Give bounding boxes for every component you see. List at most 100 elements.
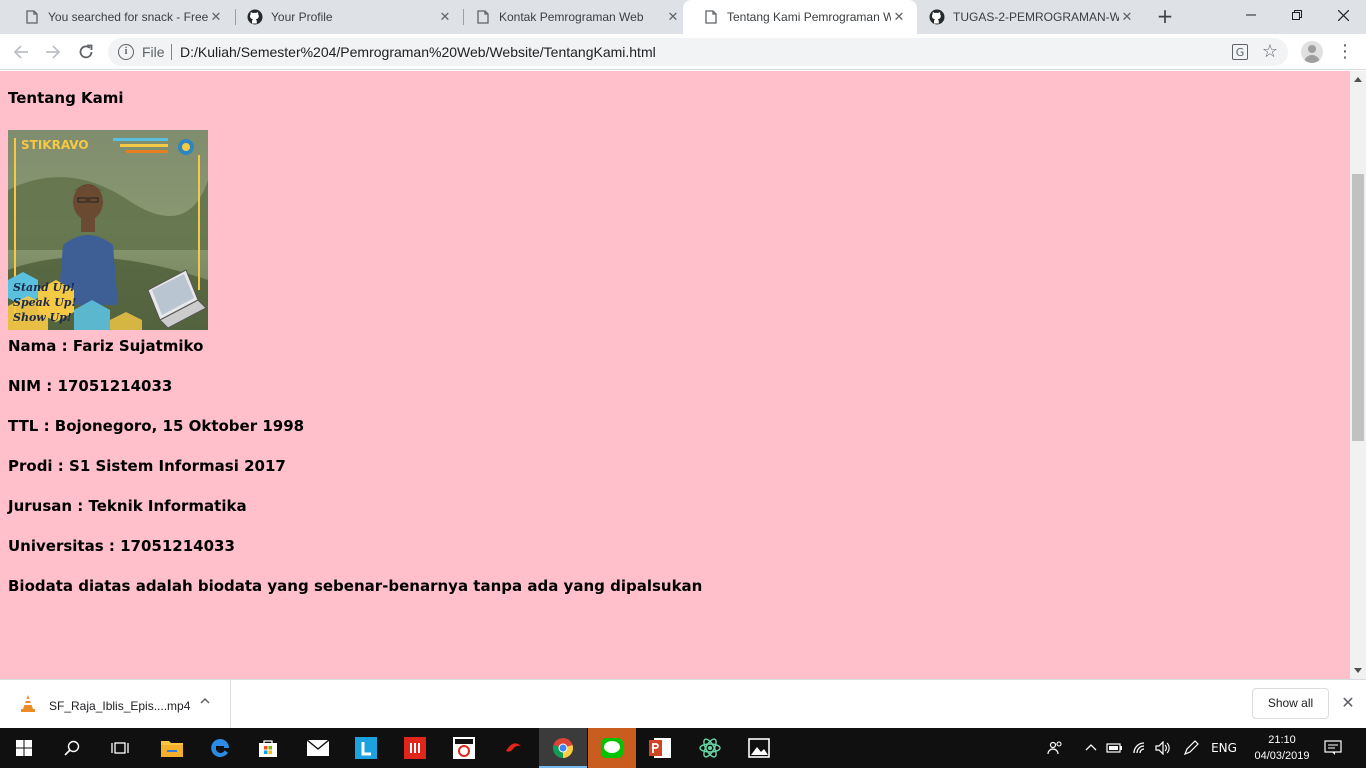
- close-icon[interactable]: ✕: [665, 9, 681, 25]
- slogan-line-1: Stand Up!: [13, 281, 75, 294]
- mail-button[interactable]: [294, 728, 342, 768]
- back-button[interactable]: [9, 40, 33, 64]
- field-universitas: Universitas : 17051214033: [8, 537, 235, 555]
- tab-your-profile[interactable]: Your Profile ✕: [227, 0, 463, 34]
- volume-icon[interactable]: [1153, 728, 1173, 768]
- close-icon: [1337, 9, 1349, 21]
- slogan-line-3: Show Up!: [13, 311, 72, 324]
- close-icon[interactable]: ✕: [1119, 9, 1135, 25]
- tab-tugas-2[interactable]: TUGAS-2-PEMROGRAMAN-W ✕: [909, 0, 1145, 34]
- url-text[interactable]: D:/Kuliah/Semester%204/Pemrograman%20Web…: [180, 44, 656, 60]
- page-heading: Tentang Kami: [8, 89, 124, 107]
- biodata-statement: Biodata diatas adalah biodata yang seben…: [8, 577, 703, 595]
- line-button[interactable]: [588, 728, 636, 768]
- task-view-icon: [111, 742, 129, 754]
- tab-title: TUGAS-2-PEMROGRAMAN-W: [953, 10, 1119, 24]
- close-icon[interactable]: ✕: [891, 9, 907, 25]
- page-viewport: Tentang Kami STIKRAVO Stand Up! Speak Up…: [0, 71, 1350, 679]
- profile-avatar[interactable]: [1301, 41, 1323, 63]
- back-arrow-icon: [13, 45, 28, 59]
- chevron-up-icon[interactable]: [1082, 728, 1100, 768]
- close-icon[interactable]: ✕: [208, 9, 224, 25]
- scrollbar-thumb[interactable]: [1352, 174, 1364, 441]
- windows-logo-icon: [16, 740, 32, 756]
- translate-icon[interactable]: G: [1232, 44, 1248, 60]
- line-icon: [601, 738, 623, 758]
- pen-icon[interactable]: [1180, 728, 1202, 768]
- start-button[interactable]: [0, 728, 48, 768]
- new-tab-button[interactable]: +: [1154, 5, 1176, 27]
- chrome-icon: [553, 738, 573, 758]
- search-icon: [64, 740, 80, 756]
- garena-icon: [502, 737, 524, 759]
- language-indicator[interactable]: ENG: [1206, 728, 1242, 768]
- download-bar: SF_Raja_Iblis_Epis....mp4 Show all ✕: [0, 679, 1366, 728]
- restore-button[interactable]: [1274, 0, 1320, 30]
- field-nim: NIM : 17051214033: [8, 377, 173, 395]
- scroll-up-arrow-icon[interactable]: [1354, 77, 1362, 82]
- chrome-button[interactable]: [539, 728, 587, 768]
- l-app-button[interactable]: [342, 728, 390, 768]
- tab-tentang-kami[interactable]: Tentang Kami Pemrograman W ✕: [683, 0, 917, 34]
- edge-button[interactable]: [196, 728, 244, 768]
- field-ttl: TTL : Bojonegoro, 15 Oktober 1998: [8, 417, 305, 435]
- avatar-body: [1304, 55, 1320, 63]
- field-jurusan: Jurusan : Teknik Informatika: [8, 497, 247, 515]
- info-icon[interactable]: i: [118, 44, 134, 60]
- bookmark-star-icon[interactable]: ☆: [1262, 41, 1278, 62]
- photos-button[interactable]: [735, 728, 783, 768]
- close-download-bar-icon[interactable]: ✕: [1338, 692, 1358, 714]
- field-nama: Nama : Fariz Sujatmiko: [8, 337, 204, 355]
- folder-icon: [161, 741, 183, 757]
- restore-icon: [1292, 10, 1302, 20]
- photos-icon: [748, 738, 770, 758]
- people-icon[interactable]: [1044, 728, 1066, 768]
- tab-title: You searched for snack - Free F: [48, 10, 208, 24]
- red-app-icon: [404, 737, 426, 759]
- tab-strip: You searched for snack - Free F ✕ Your P…: [0, 0, 1366, 34]
- document-icon: [475, 9, 491, 25]
- github-icon: [247, 9, 263, 25]
- window-close-button[interactable]: [1320, 0, 1366, 30]
- battery-icon[interactable]: [1104, 728, 1124, 768]
- reload-button[interactable]: [74, 40, 98, 64]
- chevron-up-icon[interactable]: [199, 695, 211, 710]
- document-icon: [24, 9, 40, 25]
- store-button[interactable]: [244, 728, 292, 768]
- task-view-button[interactable]: [96, 728, 144, 768]
- atom-button[interactable]: [686, 728, 734, 768]
- tab-snack-search[interactable]: You searched for snack - Free F ✕: [4, 0, 234, 34]
- url-scheme-label: File: [142, 44, 165, 60]
- store-icon: [259, 740, 277, 757]
- clock-date: 04/03/2019: [1254, 750, 1310, 762]
- download-item[interactable]: SF_Raja_Iblis_Epis....mp4: [0, 680, 231, 728]
- address-bar[interactable]: i File D:/Kuliah/Semester%204/Pemrograma…: [108, 38, 1288, 66]
- file-explorer-button[interactable]: [148, 728, 196, 768]
- windows-taskbar: ENG 21:10 04/03/2019: [0, 728, 1366, 768]
- clock-time: 21:10: [1268, 734, 1296, 746]
- field-prodi: Prodi : S1 Sistem Informasi 2017: [8, 457, 286, 475]
- scroll-down-arrow-icon[interactable]: [1354, 668, 1362, 673]
- wifi-icon[interactable]: [1130, 728, 1150, 768]
- mail-icon: [307, 740, 329, 756]
- forward-button[interactable]: [41, 40, 65, 64]
- tab-kontak[interactable]: Kontak Pemrograman Web ✕: [455, 0, 691, 34]
- garena-button[interactable]: [489, 728, 537, 768]
- vertical-scrollbar[interactable]: [1350, 71, 1366, 679]
- notifications-icon[interactable]: [1320, 728, 1346, 768]
- calendar-app-button[interactable]: [440, 728, 488, 768]
- minimize-button[interactable]: [1228, 0, 1274, 30]
- avatar-head: [1308, 45, 1316, 53]
- show-all-button[interactable]: Show all: [1252, 688, 1329, 719]
- close-icon[interactable]: ✕: [437, 9, 453, 25]
- document-icon: [703, 9, 719, 25]
- red-app-button[interactable]: [391, 728, 439, 768]
- tab-title: Kontak Pemrograman Web: [499, 10, 644, 24]
- powerpoint-button[interactable]: [636, 728, 684, 768]
- search-button[interactable]: [48, 728, 96, 768]
- vlc-cone-icon: [21, 695, 35, 712]
- edge-icon: [211, 739, 229, 757]
- menu-kebab-icon[interactable]: ⋮: [1335, 41, 1355, 63]
- github-icon: [929, 9, 945, 25]
- taskbar-clock[interactable]: 21:10 04/03/2019: [1252, 732, 1312, 764]
